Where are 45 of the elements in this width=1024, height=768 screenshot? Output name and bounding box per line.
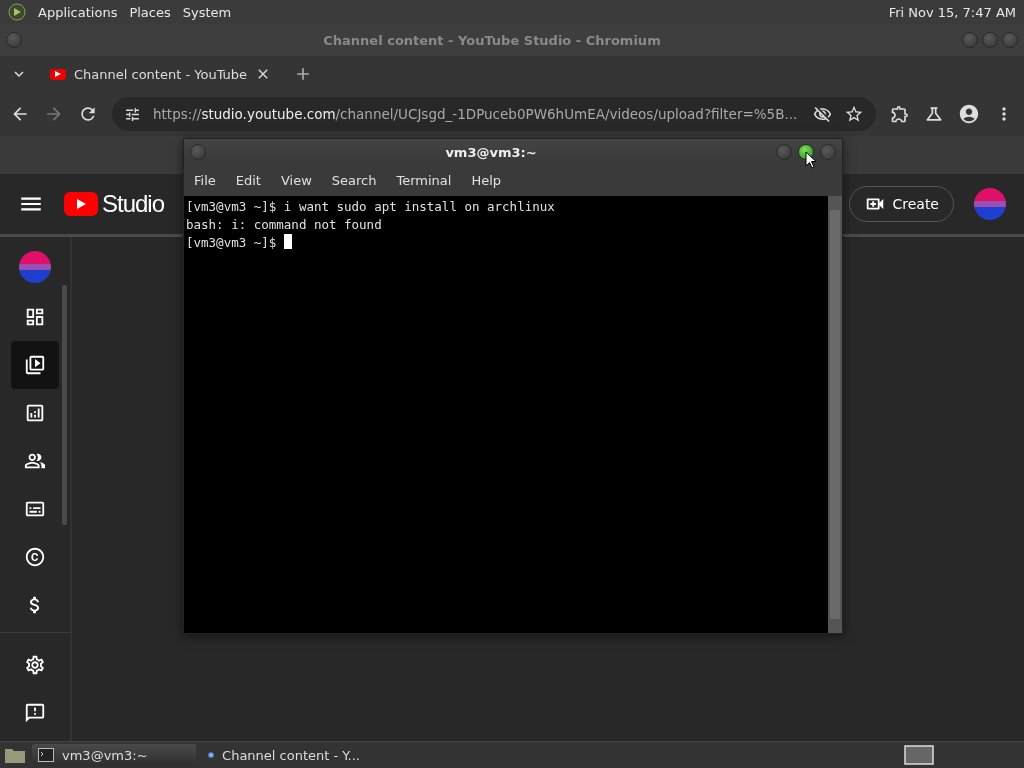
taskbar-item[interactable]: Channel content - Y... [202, 744, 366, 766]
menu-item[interactable]: Edit [235, 173, 261, 188]
distro-logo-icon [8, 3, 26, 21]
settings-icon [24, 654, 46, 676]
folder-icon[interactable] [4, 746, 26, 764]
terminal-line: [vm3@vm3 ~]$ i want sudo apt install on archlinux [186, 198, 556, 216]
clock: Fri Nov 15, 7:47 AM [888, 4, 1016, 20]
studio-logo[interactable]: Studio [64, 190, 165, 218]
eye-off-icon[interactable] [813, 104, 832, 124]
menu-item[interactable]: Search [331, 173, 377, 188]
menu-item[interactable]: File [194, 173, 216, 188]
terminal-line: bash: i: command not found [186, 216, 383, 234]
terminal-prompt: [vm3@vm3 ~]$ [186, 235, 278, 250]
youtube-icon [50, 68, 66, 80]
address-bar[interactable]: https://studio.youtube.com/channel/UCJsgd_-1DPuceb0PW6hUmEA/videos/upload?filter=%5B... [112, 97, 876, 131]
play-logo-icon [64, 192, 98, 216]
panel-menu[interactable]: Applications [38, 4, 118, 20]
channel-avatar-icon[interactable] [19, 251, 51, 283]
site-settings-icon[interactable] [124, 105, 141, 123]
extensions-icon[interactable] [890, 104, 910, 124]
sidebar-item[interactable] [11, 341, 59, 389]
scrollbar[interactable] [62, 285, 67, 525]
flask-icon[interactable] [924, 104, 944, 124]
bar-chart-icon [24, 402, 46, 424]
video-library-icon [24, 354, 46, 376]
workspace-icon[interactable] [904, 745, 934, 765]
mouse-cursor-icon [805, 151, 817, 169]
window-title: vm3@vm3:~ [444, 144, 538, 160]
terminal-icon [38, 748, 54, 762]
menu-item[interactable]: View [280, 173, 312, 188]
menu-item[interactable]: Terminal [396, 173, 452, 188]
taskbar-item[interactable]: vm3@vm3:~ [32, 744, 196, 766]
scrollbar[interactable] [828, 196, 842, 633]
reload-icon[interactable] [78, 104, 98, 124]
copyright-icon [24, 546, 46, 568]
window-title: Channel content - YouTube Studio - Chromium [322, 32, 662, 48]
panel-menu[interactable]: System [182, 4, 232, 20]
text-cursor [283, 234, 292, 249]
star-icon[interactable] [844, 104, 864, 124]
avatar-icon[interactable] [974, 188, 1006, 220]
dashboard-icon [24, 306, 46, 328]
panel-menu[interactable]: Places [129, 4, 171, 20]
feedback-icon [24, 702, 46, 724]
menu-item[interactable]: Help [471, 173, 502, 188]
profile-icon[interactable] [958, 103, 980, 125]
